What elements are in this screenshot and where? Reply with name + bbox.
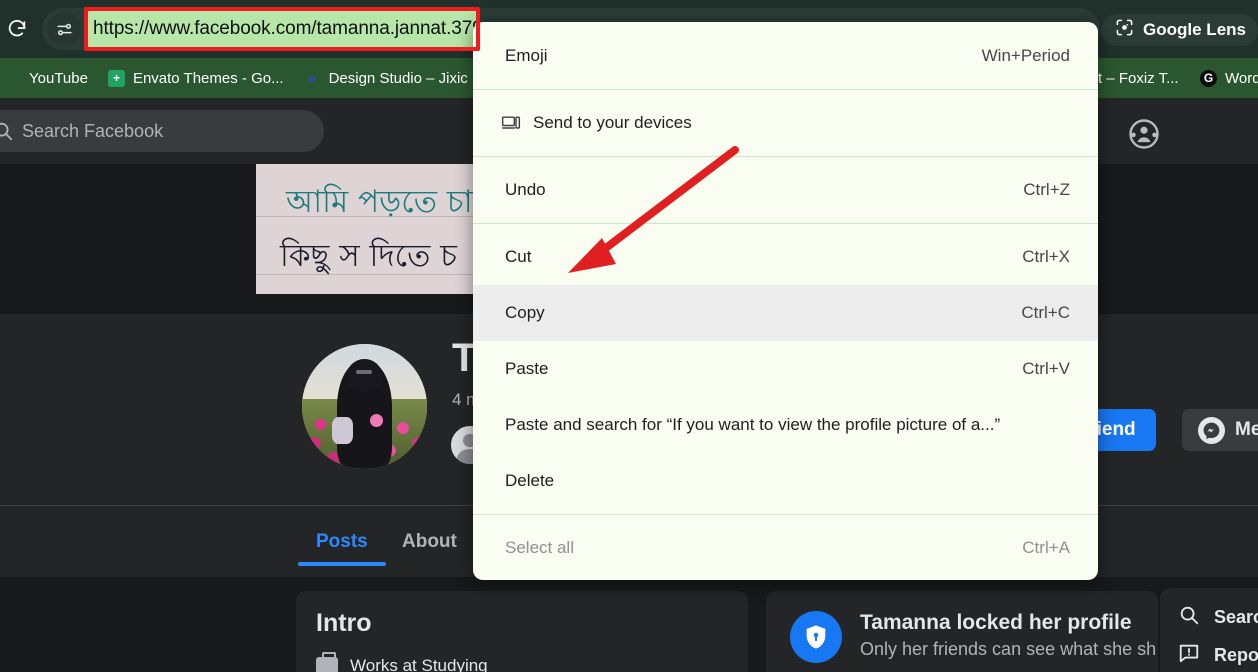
menu-item-label: Undo: [505, 180, 546, 199]
menu-item-shortcut: Win+Period: [981, 46, 1070, 65]
google-favicon: G: [1200, 69, 1217, 87]
locked-profile-text: Tamanna locked her profile Only her frie…: [860, 611, 1156, 660]
address-bar-url-selected[interactable]: https://www.facebook.com/tamanna.jannat.…: [88, 11, 477, 47]
rail-item-label: Searc: [1214, 606, 1258, 627]
briefcase-icon: [316, 652, 338, 672]
reload-icon[interactable]: [2, 14, 32, 44]
menu-item-emoji[interactable]: Emoji Win+Period: [473, 28, 1098, 84]
bookmark-label: Word: [1225, 69, 1258, 87]
rail-report-item[interactable]: Repo: [1178, 636, 1258, 672]
messenger-icon: [1198, 416, 1225, 444]
menu-item-label: Send to your devices: [533, 113, 692, 132]
intro-title: Intro: [316, 609, 372, 637]
bookmark-design-studio-jixic[interactable]: » Design Studio – Jixic: [294, 64, 478, 92]
menu-item-shortcut: Ctrl+X: [1022, 247, 1070, 266]
google-lens-label: Google Lens: [1143, 20, 1246, 39]
bookmark-label: Design Studio – Jixic: [328, 69, 468, 87]
locked-profile-card: Tamanna locked her profile Only her frie…: [766, 591, 1158, 672]
rail-item-label: Repo: [1214, 644, 1258, 665]
menu-item-select-all: Select all Ctrl+A: [473, 520, 1098, 576]
menu-item-label: Select all: [505, 538, 574, 557]
locked-profile-subtitle: Only her friends can see what she sh: [860, 639, 1157, 659]
bookmark-label: t – Foxiz T...: [1098, 69, 1179, 87]
message-button[interactable]: Me: [1182, 409, 1258, 451]
send-to-devices-icon: [501, 95, 527, 151]
tab-label: About: [402, 531, 457, 552]
bookmark-word[interactable]: G Word: [1190, 64, 1258, 92]
envato-favicon: +: [107, 69, 125, 87]
search-icon: [0, 120, 14, 147]
shield-lock-icon: [790, 611, 842, 663]
intro-card: Intro Works at Studying: [296, 591, 748, 672]
context-menu[interactable]: Emoji Win+Period Send to your devices Undo C…: [473, 22, 1098, 580]
menu-item-label: Delete: [505, 471, 555, 490]
cover-handwriting-line-2: কিছু স দিতে চ: [280, 238, 457, 274]
menu-item-cut[interactable]: Cut Ctrl+X: [473, 229, 1098, 285]
intro-work-row: Works at Studying: [316, 652, 728, 672]
tab-active-indicator: [298, 562, 386, 566]
message-label: Me: [1235, 419, 1258, 440]
menu-item-shortcut: Ctrl+C: [1021, 303, 1070, 322]
menu-item-label: Paste and search for “If you want to vie…: [505, 415, 1001, 434]
bookmark-foxiz[interactable]: t – Foxiz T...: [1088, 64, 1189, 92]
menu-item-send-to-your-devices[interactable]: Send to your devices: [473, 95, 1098, 151]
tab-label: Posts: [316, 531, 368, 552]
menu-item-undo[interactable]: Undo Ctrl+Z: [473, 162, 1098, 218]
bookmark-label: Envato Themes - Go...: [132, 69, 284, 87]
tab-posts[interactable]: Posts: [298, 518, 386, 566]
locked-profile-title: Tamanna locked her profile: [860, 611, 1132, 634]
tab-about[interactable]: About: [384, 518, 475, 566]
menu-item-shortcut: Ctrl+Z: [1023, 180, 1070, 199]
menu-item-label: Emoji: [505, 46, 548, 65]
menu-item-label: Copy: [505, 303, 545, 322]
site-settings-icon[interactable]: [47, 12, 81, 46]
profile-content: Intro Works at Studying Tamanna locked h…: [0, 577, 1258, 672]
friends-icon[interactable]: [1126, 116, 1162, 152]
search-icon: [1178, 604, 1200, 631]
menu-item-shortcut: Ctrl+A: [1022, 538, 1070, 557]
search-placeholder: Search Facebook: [22, 120, 164, 141]
bookmark-envato-themes[interactable]: + Envato Themes - Go...: [98, 64, 294, 92]
youtube-favicon: [4, 70, 21, 87]
report-icon: [1178, 642, 1200, 669]
menu-item-label: Paste: [505, 359, 549, 378]
rail-search-item[interactable]: Searc: [1178, 598, 1258, 636]
menu-item-label: Cut: [505, 247, 532, 266]
screenshot-root: https://www.facebook.com/tamanna.jannat.…: [0, 0, 1258, 672]
menu-item-delete[interactable]: Delete: [473, 453, 1098, 509]
menu-item-paste[interactable]: Paste Ctrl+V: [473, 341, 1098, 397]
google-lens-button[interactable]: Google Lens: [1101, 14, 1258, 46]
jixic-favicon: »: [307, 69, 317, 87]
bookmark-label: YouTube: [29, 69, 88, 87]
profile-avatar[interactable]: [298, 340, 431, 473]
bookmark-youtube[interactable]: YouTube: [0, 64, 98, 92]
menu-item-copy[interactable]: Copy Ctrl+C: [473, 285, 1098, 341]
cover-handwriting-line-1: আমি পড়তে চা: [286, 184, 473, 220]
search-input[interactable]: Search Facebook: [0, 110, 324, 152]
google-lens-icon: [1115, 18, 1134, 42]
url-text: https://www.facebook.com/tamanna.jannat.…: [93, 18, 477, 39]
menu-item-paste-and-search[interactable]: Paste and search for “If you want to vie…: [473, 397, 1098, 453]
menu-item-shortcut: Ctrl+V: [1022, 359, 1070, 378]
intro-work-label: Works at Studying: [350, 656, 488, 672]
profile-actions-rail: Searc Repo: [1160, 588, 1258, 672]
